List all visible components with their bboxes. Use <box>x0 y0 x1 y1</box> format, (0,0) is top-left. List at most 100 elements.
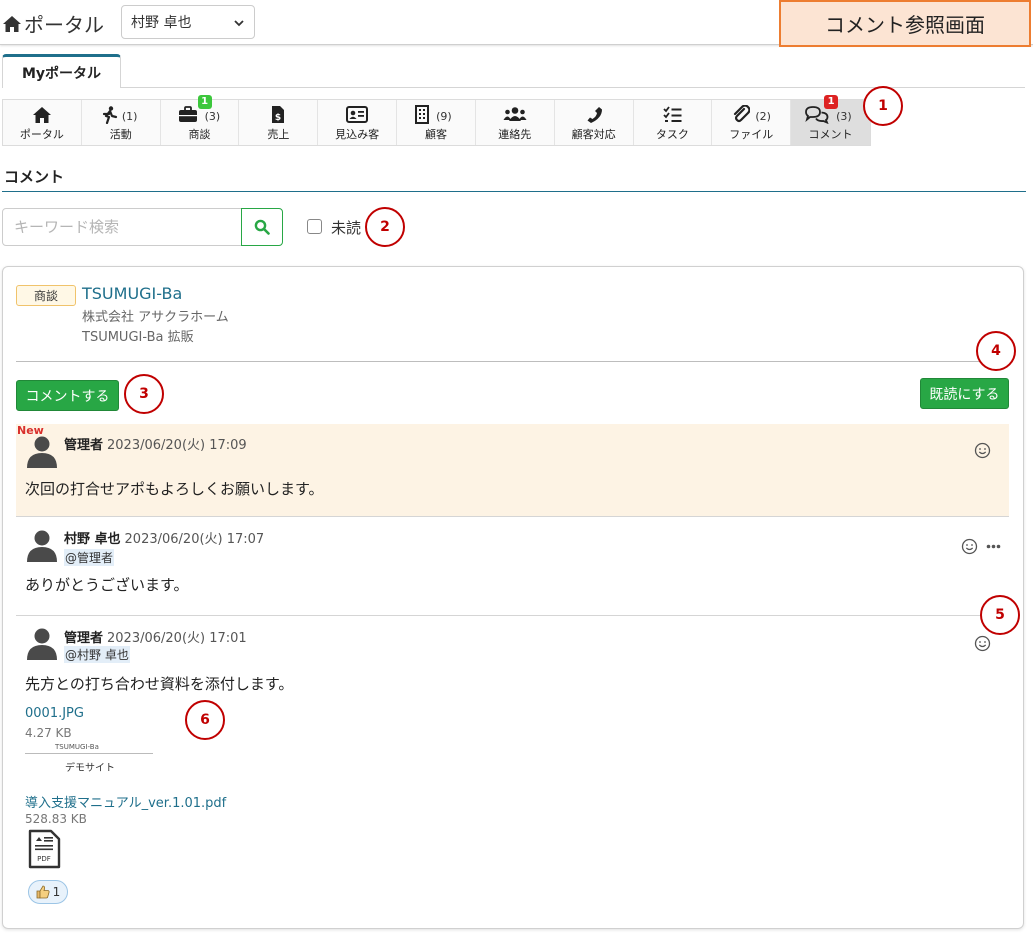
user-select[interactable]: 村野 卓也 <box>121 5 255 39</box>
menu-item-label: タスク <box>655 128 689 141</box>
running-icon <box>102 105 118 124</box>
section-divider <box>2 191 1026 192</box>
comment-body: 次回の打合せアポもよろしくお願いします。 <box>25 480 324 498</box>
menu-item-count: (3) <box>836 110 852 123</box>
menu-item-label: コメント <box>808 128 853 141</box>
menu-item-portal[interactable]: ポータル <box>3 100 82 145</box>
menu-item-count: (3) <box>204 110 221 123</box>
menu-item-label: 活動 <box>109 128 132 141</box>
smiley-icon[interactable] <box>961 538 978 555</box>
deal-subtitle: TSUMUGI-Ba 拡販 <box>82 330 194 345</box>
deal-company: 株式会社 アサクラホーム <box>82 310 229 325</box>
unread-checkbox[interactable] <box>307 219 322 234</box>
callout-marker: 2 <box>365 207 405 247</box>
author-name: 管理者 <box>64 631 104 646</box>
svg-text:$: $ <box>275 113 281 123</box>
home-icon <box>32 105 52 124</box>
unread-label[interactable]: 未読 <box>331 217 361 238</box>
module-menu: ポータル (1) 活動 1 (3) 商談 $ 売上 見込み客 (9) 顧客 連絡… <box>2 95 871 146</box>
deal-type-tag: 商談 <box>16 285 76 306</box>
callout-marker: 1 <box>863 86 903 126</box>
menu-item-prospects[interactable]: 見込み客 <box>318 100 398 145</box>
mark-read-button[interactable]: 既読にする <box>920 378 1009 409</box>
add-comment-button[interactable]: コメントする <box>16 380 119 411</box>
avatar-icon <box>25 528 59 562</box>
comments-icon <box>805 105 829 124</box>
callout-marker: 6 <box>185 700 225 740</box>
more-options-icon[interactable] <box>986 544 1001 549</box>
portal-brand[interactable]: ポータル <box>2 9 104 38</box>
menu-item-label: ファイル <box>729 128 774 141</box>
attachment-link[interactable]: 導入支援マニュアル_ver.1.01.pdf <box>25 792 226 811</box>
menu-item-files[interactable]: (2) ファイル <box>712 100 792 145</box>
thumbnail-divider <box>25 753 153 754</box>
menu-item-count: (9) <box>436 110 452 123</box>
building-icon <box>415 105 430 124</box>
avatar-icon <box>25 434 59 468</box>
comment-datetime: 2023/06/20(火) 17:01 <box>107 631 247 646</box>
menu-item-deals[interactable]: 1 (3) 商談 <box>161 95 240 145</box>
author-name: 村野 卓也 <box>64 532 121 547</box>
thumbs-up-icon <box>36 885 50 899</box>
menu-item-sales[interactable]: $ 売上 <box>239 100 319 145</box>
id-card-icon <box>346 105 369 124</box>
menu-item-count: (1) <box>121 110 138 123</box>
reaction-count: 1 <box>52 885 61 899</box>
attachment-link[interactable]: 0001.JPG <box>25 706 84 721</box>
attachment-thumbnail[interactable]: TSUMUGI-Ba デモサイト <box>25 741 153 774</box>
menu-item-label: 商談 <box>188 128 211 141</box>
tasks-icon <box>662 105 683 124</box>
tab-divider <box>2 87 1025 88</box>
deal-name-link[interactable]: TSUMUGI-Ba <box>82 284 182 303</box>
section-title: コメント <box>4 168 65 186</box>
callout-marker: 3 <box>124 374 164 414</box>
reaction-badge[interactable]: 1 <box>28 880 68 904</box>
search-icon <box>254 219 270 235</box>
callout-marker: 4 <box>976 331 1016 371</box>
notification-badge: 1 <box>197 95 212 109</box>
home-icon <box>2 15 22 33</box>
tab-my-portal[interactable]: Myポータル <box>2 54 121 88</box>
comment-author: 管理者 2023/06/20(火) 17:01 <box>64 627 247 646</box>
menu-item-support[interactable]: 顧客対応 <box>555 100 634 145</box>
pdf-icon-label: PDF <box>37 855 51 863</box>
comment-body: ありがとうございます。 <box>25 576 189 594</box>
menu-item-activity[interactable]: (1) 活動 <box>82 100 161 145</box>
comment-item: 管理者 2023/06/20(火) 17:01 @村野 卓也 先方との打ち合わせ資… <box>16 617 1009 917</box>
portal-brand-label: ポータル <box>24 13 104 37</box>
menu-item-label: 顧客対応 <box>571 128 616 141</box>
menu-item-contacts[interactable]: 連絡先 <box>476 100 555 145</box>
keyword-search-input[interactable] <box>2 208 242 246</box>
comment-datetime: 2023/06/20(火) 17:09 <box>107 438 247 453</box>
callout-marker: 5 <box>980 595 1020 635</box>
menu-item-label: ポータル <box>19 128 64 141</box>
invoice-icon: $ <box>271 105 285 124</box>
thumbnail-caption: デモサイト <box>65 763 115 774</box>
pdf-file-icon[interactable]: PDF <box>27 829 61 869</box>
user-select-value: 村野 卓也 <box>131 15 192 31</box>
smiley-icon[interactable] <box>974 635 991 652</box>
menu-item-label: 顧客 <box>424 128 447 141</box>
search-button[interactable] <box>241 208 283 246</box>
menu-item-tasks[interactable]: タスク <box>634 100 713 145</box>
paperclip-icon <box>732 105 751 124</box>
briefcase-icon <box>178 105 198 124</box>
smiley-icon[interactable] <box>974 442 991 459</box>
comment-author: 管理者 2023/06/20(火) 17:09 <box>64 434 247 453</box>
avatar-icon <box>25 626 59 660</box>
menu-item-count: (2) <box>755 110 771 123</box>
chevron-down-icon <box>233 17 245 29</box>
comment-item: New 管理者 2023/06/20(火) 17:09 次回の打合せアポもよろしく… <box>16 424 1009 517</box>
phone-icon <box>585 105 603 124</box>
comment-datetime: 2023/06/20(火) 17:07 <box>124 532 265 547</box>
menu-item-customers[interactable]: (9) 顧客 <box>397 100 476 145</box>
card-divider <box>16 361 1009 362</box>
users-icon <box>503 105 527 124</box>
attachment-size: 528.83 KB <box>25 812 87 826</box>
comment-author: 村野 卓也 2023/06/20(火) 17:07 <box>64 528 264 547</box>
screen-title-label: コメント参照画面 <box>779 0 1031 47</box>
author-name: 管理者 <box>64 438 104 453</box>
mention-tag: @村野 卓也 <box>64 646 130 663</box>
menu-item-comments[interactable]: 1 (3) コメント <box>791 95 870 145</box>
comment-item: 村野 卓也 2023/06/20(火) 17:07 @管理者 ありがとうございます… <box>16 518 1009 616</box>
